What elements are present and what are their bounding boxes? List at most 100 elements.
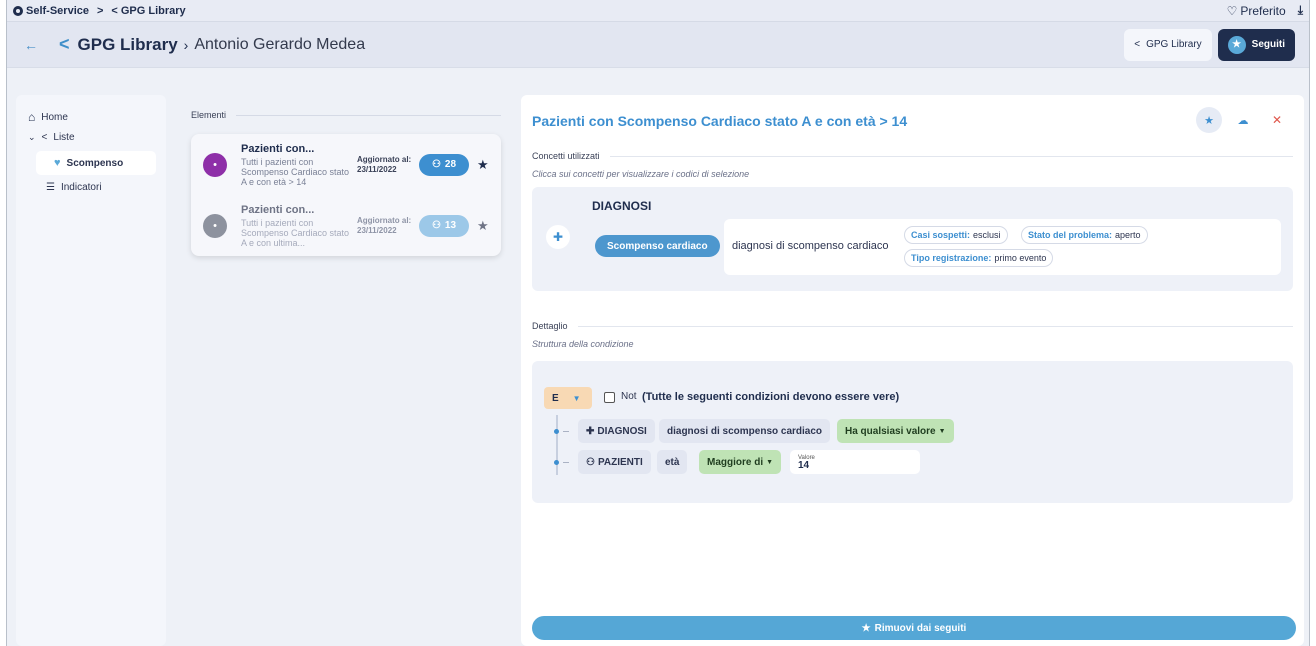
tab-gpg-library-label: GPG Library bbox=[1146, 39, 1202, 50]
sidebar-item-liste[interactable]: ⌄ < Liste bbox=[26, 127, 156, 147]
tag-tipo-registrazione: Tipo registrazione: primo evento bbox=[904, 249, 1054, 267]
page-header: ← < GPG Library › Antonio Gerardo Medea … bbox=[7, 22, 1309, 68]
share-icon: < bbox=[41, 131, 48, 143]
close-icon: ✕ bbox=[1271, 113, 1283, 127]
medical-kit-icon: ✚ bbox=[546, 225, 570, 249]
not-checkbox[interactable] bbox=[604, 392, 615, 403]
field-chip[interactable]: diagnosi di scompenso cardiaco bbox=[659, 419, 831, 443]
tag-key: Stato del problema: bbox=[1028, 230, 1113, 240]
home-icon: ⌂ bbox=[28, 110, 36, 124]
page-title: < GPG Library bbox=[59, 34, 178, 55]
entity-chip-pazienti[interactable]: ⚇ PAZIENTI bbox=[578, 450, 651, 474]
caret-down-icon: ▼ bbox=[938, 427, 946, 435]
main-content: ⌂ Home ⌄ < Liste ♥ Scompenso ☰ Indicator… bbox=[16, 95, 1304, 646]
concepts-hint: Clicca sui concetti per visualizzare i c… bbox=[532, 169, 750, 179]
page-subtitle: Antonio Gerardo Medea bbox=[194, 35, 366, 53]
value-input-value: 14 bbox=[798, 459, 810, 471]
list-item-desc: Tutti i pazienti con Scompenso Cardiaco … bbox=[241, 217, 350, 248]
medical-kit-icon: ✚ bbox=[586, 425, 595, 437]
breadcrumb-self-service[interactable]: Self-Service bbox=[13, 5, 89, 17]
sidebar-item-liste-label: Liste bbox=[53, 131, 75, 143]
users-icon: ⚇ bbox=[586, 456, 595, 468]
detail-hint: Struttura della condizione bbox=[532, 339, 634, 349]
favorite-button[interactable]: ♡ Preferito bbox=[1227, 4, 1286, 18]
list-item-desc: Tutti i pazienti con Scompenso Cardiaco … bbox=[241, 156, 350, 187]
star-button[interactable]: ★ bbox=[1196, 107, 1222, 133]
list-item-updated-date: 23/11/2022 bbox=[357, 164, 397, 174]
elements-section-header: Elementi bbox=[191, 110, 501, 120]
field-chip[interactable]: età bbox=[657, 450, 688, 474]
caret-down-icon: ▼ bbox=[572, 393, 581, 403]
condition-description: (Tutte le seguenti condizioni devono ess… bbox=[642, 391, 900, 403]
entity-chip-diagnosi[interactable]: ✚ DIAGNOSI bbox=[578, 419, 655, 443]
close-button[interactable]: ✕ bbox=[1264, 107, 1290, 133]
cloud-download-button[interactable]: ☁ bbox=[1230, 107, 1256, 133]
sidebar-item-scompenso[interactable]: ♥ Scompenso bbox=[36, 151, 156, 175]
tree-connector bbox=[563, 431, 569, 432]
users-icon: ⚇ bbox=[431, 220, 441, 231]
users-icon: ⚇ bbox=[431, 159, 441, 170]
sidebar-item-indicatori[interactable]: ☰ Indicatori bbox=[26, 177, 156, 197]
breadcrumb-gpg-library-label: GPG Library bbox=[120, 4, 186, 17]
sidebar-item-home[interactable]: ⌂ Home bbox=[26, 107, 156, 127]
tag-key: Casi sospetti: bbox=[911, 230, 971, 240]
condition-operator-label: Maggiore di bbox=[707, 456, 764, 468]
tag-value: primo evento bbox=[994, 253, 1047, 263]
list-item[interactable]: • Pazienti con... Tutti i pazienti con S… bbox=[191, 134, 501, 195]
scompenso-cardiaco-button[interactable]: Scompenso cardiaco bbox=[595, 235, 720, 257]
star-icon[interactable]: ★ bbox=[477, 157, 489, 173]
remove-from-followed-button[interactable]: ★ Rimuovi dai seguiti bbox=[532, 616, 1296, 640]
condition-operator-dropdown[interactable]: Ha qualsiasi valore ▼ bbox=[837, 419, 954, 443]
header-tabs: < GPG Library ★ Seguiti bbox=[1124, 28, 1295, 61]
patients-count: 13 bbox=[444, 220, 457, 231]
share-icon: < bbox=[59, 34, 70, 54]
back-button[interactable]: ← bbox=[21, 35, 41, 55]
diagnosis-heading: DIAGNOSI bbox=[592, 199, 652, 213]
star-icon[interactable]: ★ bbox=[477, 218, 489, 234]
divider bbox=[236, 114, 501, 116]
list-avatar-icon: • bbox=[203, 213, 227, 238]
list-item-updated: Aggiornato al: 23/11/2022 bbox=[357, 155, 419, 175]
tree-line bbox=[556, 415, 558, 475]
list-item-text: Pazienti con... Tutti i pazienti con Sco… bbox=[241, 143, 351, 187]
tab-seguiti[interactable]: ★ Seguiti bbox=[1217, 28, 1295, 61]
condition-structure: E ▼ Not (Tutte le seguenti condizioni de… bbox=[532, 361, 1293, 503]
divider bbox=[577, 325, 1293, 327]
top-bar: Self-Service > < GPG Library ♡ Preferito… bbox=[7, 0, 1309, 22]
entity-label: PAZIENTI bbox=[597, 456, 643, 468]
cloud-icon: ☁ bbox=[1237, 114, 1249, 127]
list-avatar-icon: • bbox=[203, 152, 227, 177]
list-item-text: Pazienti con... Tutti i pazienti con Sco… bbox=[241, 204, 351, 248]
list-item[interactable]: • Pazienti con... Tutti i pazienti con S… bbox=[191, 195, 501, 256]
list-item-updated-label: Aggiornato al: bbox=[357, 215, 412, 225]
diagnosis-description-box: diagnosi di scompenso cardiaco Casi sosp… bbox=[724, 219, 1281, 275]
operator-select[interactable]: E ▼ bbox=[544, 387, 592, 409]
breadcrumb-gpg-library[interactable]: < GPG Library bbox=[111, 5, 185, 17]
share-icon: < bbox=[111, 4, 118, 17]
concepts-label: Concetti utilizzati bbox=[532, 151, 600, 161]
page-title-text: GPG Library bbox=[77, 34, 178, 54]
tab-gpg-library[interactable]: < GPG Library bbox=[1124, 28, 1212, 61]
tab-seguiti-label: Seguiti bbox=[1251, 39, 1285, 50]
detail-actions: ★ ☁ ✕ bbox=[1196, 107, 1290, 133]
compass-icon bbox=[13, 5, 23, 16]
detail-label: Dettaglio bbox=[532, 321, 568, 331]
patients-count-badge[interactable]: ⚇ 13 bbox=[419, 214, 469, 237]
elements-list: • Pazienti con... Tutti i pazienti con S… bbox=[191, 134, 501, 256]
tree-node-icon bbox=[554, 460, 559, 465]
list-icon: ☰ bbox=[46, 181, 55, 193]
value-input[interactable]: Valore 14 bbox=[790, 450, 920, 474]
detail-section-header: Dettaglio bbox=[532, 321, 1293, 331]
list-item-updated: Aggiornato al: 23/11/2022 bbox=[357, 216, 419, 236]
list-item-updated-date: 23/11/2022 bbox=[357, 225, 397, 235]
diagnosis-concept-card: DIAGNOSI ✚ Scompenso cardiaco diagnosi d… bbox=[532, 187, 1293, 291]
list-item-name: Pazienti con... bbox=[241, 203, 315, 216]
sidebar-item-scompenso-label: Scompenso bbox=[66, 157, 124, 169]
tag-stato-problema: Stato del problema: aperto bbox=[1021, 226, 1148, 244]
download-icon[interactable]: ⤓ bbox=[1298, 3, 1303, 18]
condition-operator-dropdown[interactable]: Maggiore di ▼ bbox=[699, 450, 782, 474]
diagnosis-description: diagnosi di scompenso cardiaco bbox=[732, 240, 889, 252]
detail-panel: Pazienti con Scompenso Cardiaco stato A … bbox=[521, 95, 1304, 646]
patients-count-badge[interactable]: ⚇ 28 bbox=[419, 153, 469, 176]
star-icon: ★ bbox=[1227, 35, 1246, 54]
